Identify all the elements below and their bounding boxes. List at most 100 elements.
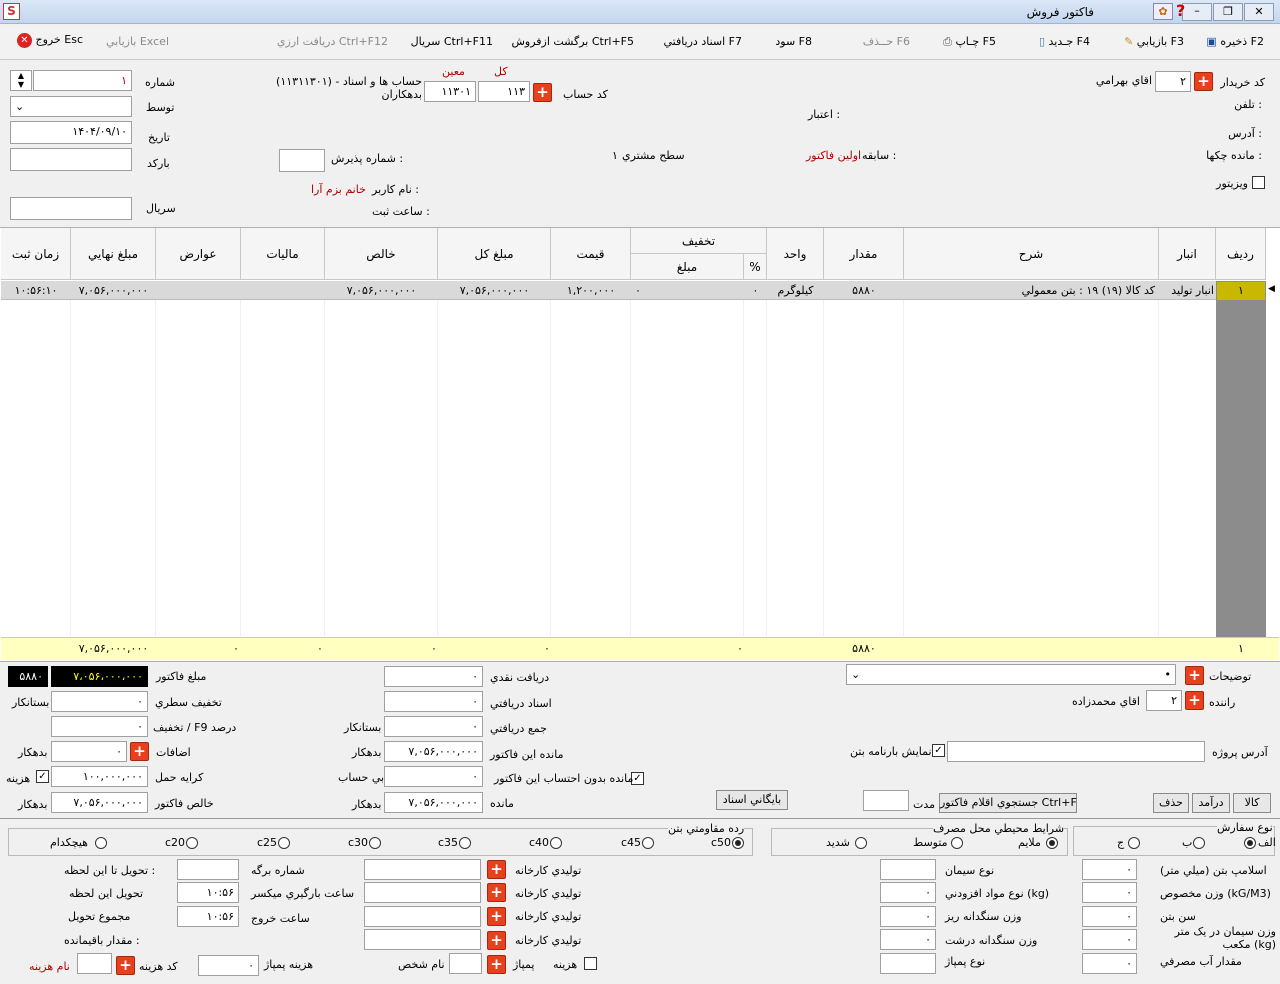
cell-disc-amt[interactable]: ۰ <box>631 282 744 300</box>
serial-input[interactable] <box>10 197 132 220</box>
notes-select[interactable]: ⌄ • <box>846 664 1176 685</box>
received-docs-button[interactable]: اسناد دريافتي F7 <box>663 35 742 48</box>
order-type-radio-alef[interactable] <box>1244 837 1256 849</box>
col-header-regtime[interactable]: زمان ثبت <box>1 228 71 280</box>
cell-total[interactable]: ۷,۰۵۶,۰۰۰,۰۰۰ <box>438 282 551 300</box>
show-waybill-checkbox[interactable]: ✓ <box>932 744 945 757</box>
strength-radio-c40[interactable] <box>550 837 562 849</box>
age-input[interactable]: ۰ <box>1082 906 1137 927</box>
goods-button[interactable]: کالا <box>1233 793 1271 813</box>
factory-prod-input-2[interactable] <box>364 882 481 903</box>
archive-docs-button[interactable]: بايگاني اسناد <box>716 790 788 810</box>
accept-number-input[interactable] <box>279 149 325 172</box>
cell-row[interactable]: ۱ <box>1217 282 1265 300</box>
col-header-desc[interactable]: شرح <box>904 228 1159 280</box>
cell-tax[interactable] <box>241 282 325 300</box>
duration-input[interactable] <box>863 790 909 811</box>
strength-radio-c35[interactable] <box>459 837 471 849</box>
cell-warehouse[interactable]: انبار توليد <box>1159 282 1216 300</box>
cell-desc[interactable]: کد کالا (۱۹) ۱۹ : بتن معمولي <box>904 282 1159 300</box>
close-icon[interactable]: ✕ <box>1244 3 1274 21</box>
cost-code-input[interactable] <box>77 953 112 974</box>
specweight-input[interactable]: ۰ <box>1082 882 1137 903</box>
row-discount-input[interactable]: ۰ <box>51 691 148 712</box>
cell-qty[interactable]: ۵۸۸۰ <box>824 282 904 300</box>
cement-type-input[interactable] <box>880 859 936 880</box>
mixer-time-input[interactable]: ۱۰:۵۶ <box>177 882 239 903</box>
print-button[interactable]: ⎙ چـاپ F5 <box>943 35 996 49</box>
factory-prod-input-4[interactable] <box>364 929 481 950</box>
strength-radio-c20[interactable] <box>186 837 198 849</box>
recv-docs-input[interactable]: ۰ <box>384 691 483 712</box>
freight-input[interactable]: ۱۰۰,۰۰۰,۰۰۰ <box>51 766 148 787</box>
delete-button[interactable]: حــذف F6 <box>863 35 910 48</box>
pump-type-input[interactable] <box>880 953 936 974</box>
driver-add-button[interactable]: + <box>1185 691 1204 710</box>
col-header-final[interactable]: مبلغ نهايي <box>71 228 156 280</box>
fx-receive-button[interactable]: دريافت ارزي Ctrl+F12 <box>277 35 388 48</box>
env-radio-medium[interactable] <box>951 837 963 849</box>
cell-disc-pct[interactable]: ۰ <box>744 282 767 300</box>
order-type-radio-jim[interactable] <box>1128 837 1140 849</box>
col-header-total[interactable]: مبلغ کل <box>438 228 551 280</box>
col-header-tax[interactable]: ماليات <box>241 228 325 280</box>
number-input[interactable]: ۱ <box>33 70 132 91</box>
delete-line-button[interactable]: حذف <box>1153 793 1189 813</box>
order-type-radio-be[interactable] <box>1193 837 1205 849</box>
col-header-discount[interactable]: تخفيف <box>631 228 767 254</box>
date-input[interactable]: ۱۴۰۴/۰۹/۱۰ <box>10 121 132 144</box>
pump-cost-input[interactable]: ۰ <box>198 955 259 976</box>
fine-agg-input[interactable]: ۰ <box>880 906 936 927</box>
maximize-icon[interactable]: ❐ <box>1213 3 1243 21</box>
factory-prod-add-2[interactable]: + <box>487 883 506 902</box>
cell-duties[interactable] <box>156 282 241 300</box>
return-sale-button[interactable]: برگشت ازفروش Ctrl+F5 <box>511 35 634 48</box>
cell-net[interactable]: ۷,۰۵۶,۰۰۰,۰۰۰ <box>325 282 438 300</box>
visitor-checkbox[interactable] <box>1252 176 1265 189</box>
profit-button[interactable]: سود F8 <box>775 35 812 48</box>
factory-prod-add-1[interactable]: + <box>487 860 506 879</box>
account-add-button[interactable]: + <box>533 83 552 102</box>
cell-regtime[interactable]: ۱۰:۵۶:۱۰ <box>1 282 71 300</box>
cost-code-add-button[interactable]: + <box>116 956 135 975</box>
factory-prod-input-3[interactable] <box>364 906 481 927</box>
coarse-agg-input[interactable]: ۰ <box>880 929 936 950</box>
moin-input[interactable]: ۱۱۳۰۱ <box>424 81 476 102</box>
notes-add-button[interactable]: + <box>1185 666 1204 685</box>
water-input[interactable]: ۰ <box>1082 953 1137 974</box>
env-radio-mild[interactable] <box>1046 837 1058 849</box>
col-header-qty[interactable]: مقدار <box>824 228 904 280</box>
barcode-input[interactable] <box>10 148 132 171</box>
strength-radio-c30[interactable] <box>369 837 381 849</box>
number-stepper[interactable]: ▲ ▼ <box>10 70 32 91</box>
col-header-net[interactable]: خالص <box>325 228 438 280</box>
serial-button[interactable]: سريال Ctrl+F11 <box>411 35 493 48</box>
env-radio-severe[interactable] <box>855 837 867 849</box>
pct-discount-input[interactable]: ۰ <box>51 716 148 737</box>
col-header-price[interactable]: قيمت <box>551 228 631 280</box>
exit-time-input[interactable]: ۱۰:۵۶ <box>177 906 239 927</box>
noaccount-input[interactable]: ۰ <box>384 766 483 787</box>
pump-add-button[interactable]: + <box>487 955 506 974</box>
sheet-no-input[interactable] <box>177 859 239 880</box>
kol-input[interactable]: ۱۱۳ <box>478 81 530 102</box>
col-header-duties[interactable]: عوارض <box>156 228 241 280</box>
excel-button[interactable]: بازيابي Excel <box>106 35 169 48</box>
freight-cost-checkbox[interactable]: ✓ <box>36 770 49 783</box>
col-header-unit[interactable]: واحد <box>767 228 824 280</box>
col-header-row[interactable]: رديف <box>1216 228 1266 280</box>
col-header-disc-pct[interactable]: % <box>744 254 767 280</box>
new-button[interactable]: ▯ جـديد F4 <box>1039 35 1090 48</box>
factory-prod-input-1[interactable] <box>364 859 481 880</box>
strength-radio-c25[interactable] <box>278 837 290 849</box>
factory-prod-add-3[interactable]: + <box>487 907 506 926</box>
col-header-warehouse[interactable]: انبار <box>1159 228 1216 280</box>
buyer-add-button[interactable]: + <box>1194 72 1213 91</box>
pump-input[interactable] <box>449 953 482 974</box>
strength-radio-c45[interactable] <box>642 837 654 849</box>
search-items-button[interactable]: جستجوي اقلام فاکتور Ctrl+F <box>939 793 1077 813</box>
cell-price[interactable]: ۱,۲۰۰,۰۰۰ <box>551 282 631 300</box>
help-icon[interactable]: ? <box>1176 1 1194 21</box>
project-address-input[interactable] <box>947 741 1205 762</box>
save-button[interactable]: ▣ ذخیره F2 <box>1206 35 1264 48</box>
